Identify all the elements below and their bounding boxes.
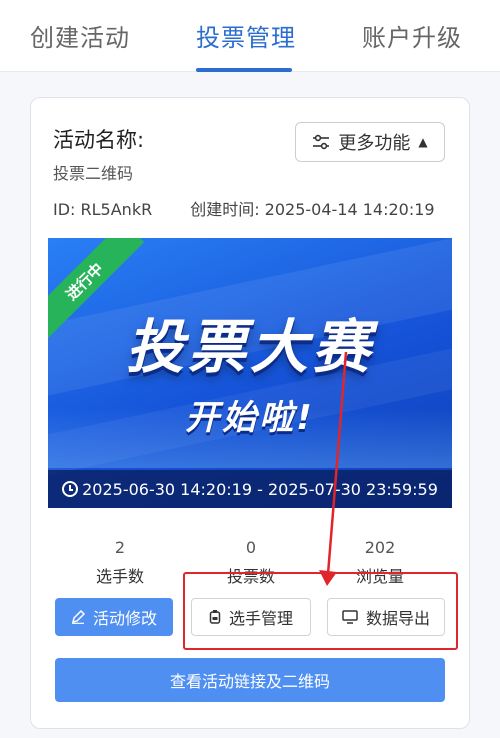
stat-value: 202 [364,538,396,557]
edit-activity-label: 活动修改 [92,609,157,628]
monitor-icon [342,610,358,624]
top-tab-bar: 创建活动 投票管理 账户升级 [0,0,500,72]
tab-account-upgrade[interactable]: 账户升级 [362,18,462,53]
stat-label: 选手数 [95,567,144,586]
activity-name-value: 投票二维码 [53,164,134,183]
player-icon [209,610,221,624]
activity-meta-row: ID: RL5AnkR 创建时间: 2025-04-14 14:20:19 [53,196,435,220]
stat-label: 浏览量 [355,567,404,586]
view-link-qr-button[interactable]: 查看活动链接及二维码 [55,658,445,702]
activity-banner-image: 进行中 投票大赛 开始啦! 2025-06-30 14:20:19 - 2025… [48,238,452,508]
banner-title: 投票大赛 [125,313,374,381]
stat-label: 投票数 [226,567,275,586]
activity-time-range: 2025-06-30 14:20:19 - 2025-07-30 23:59:5… [48,470,452,508]
more-functions-label: 更多功能 [338,133,411,154]
player-management-label: 选手管理 [228,609,293,628]
activity-name-label: 活动名称: [53,128,145,152]
stat-value: 2 [114,538,126,557]
stat-votes: 0 投票数 [196,538,306,587]
clock-icon [62,481,79,497]
sliders-icon [313,134,330,150]
data-export-button[interactable]: 数据导出 [327,598,445,636]
tab-vote-management[interactable]: 投票管理 [196,18,296,53]
activity-created-time: 创建时间: 2025-04-14 14:20:19 [190,200,435,219]
pencil-icon [71,610,85,624]
active-tab-indicator [196,68,292,72]
stat-value: 0 [245,538,257,557]
tab-create-activity[interactable]: 创建活动 [30,18,130,53]
more-functions-button[interactable]: 更多功能 ▲ [295,122,445,162]
player-management-button[interactable]: 选手管理 [191,598,311,636]
stat-views: 202 浏览量 [325,538,435,587]
banner-subtitle: 开始啦! [185,398,315,438]
activity-card: 活动名称: 投票二维码 更多功能 ▲ ID: RL5AnkR 创建时间: 2025… [30,97,470,729]
data-export-label: 数据导出 [365,609,430,628]
edit-activity-button[interactable]: 活动修改 [55,598,173,636]
stat-players: 2 选手数 [65,538,175,587]
caret-up-icon: ▲ [418,135,428,149]
time-range-text: 2025-06-30 14:20:19 - 2025-07-30 23:59:5… [82,479,438,499]
activity-id: ID: RL5AnkR [53,200,153,219]
